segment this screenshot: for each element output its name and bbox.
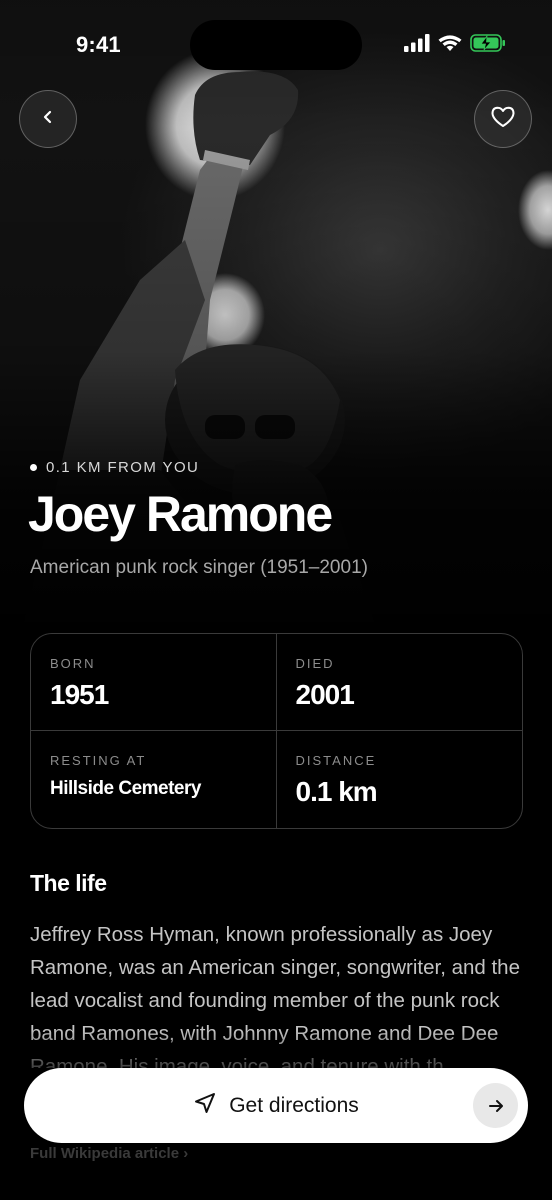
stat-label: BORN xyxy=(50,656,96,671)
stat-label: RESTING AT xyxy=(50,753,147,768)
stat-born: BORN 1951 xyxy=(31,634,277,731)
info-grid: BORN 1951 DIED 2001 RESTING AT Hillside … xyxy=(30,633,523,829)
status-icons xyxy=(404,34,506,57)
stat-label: DISTANCE xyxy=(295,753,377,768)
stat-value: 1951 xyxy=(50,679,109,710)
cellular-signal-icon xyxy=(404,34,430,57)
status-time: 9:41 xyxy=(76,32,121,57)
heart-icon xyxy=(490,105,516,134)
get-directions-label: Get directions xyxy=(229,1093,359,1117)
wifi-icon xyxy=(438,34,462,57)
wikipedia-link[interactable]: Full Wikipedia article › xyxy=(30,1145,188,1162)
battery-charging-icon xyxy=(470,34,506,57)
arrow-right-icon xyxy=(473,1083,518,1128)
stat-value: 0.1 km xyxy=(295,776,378,807)
stat-died: DIED 2001 xyxy=(276,634,522,731)
dynamic-island xyxy=(190,20,362,70)
stat-resting-at: RESTING AT Hillside Cemetery xyxy=(31,731,277,828)
get-directions-button[interactable]: Get directions xyxy=(24,1068,528,1143)
status-bar: 9:41 xyxy=(0,0,552,90)
section-title-life: The life xyxy=(30,870,107,896)
distance-text: 0.1 KM FROM YOU xyxy=(46,459,200,476)
stat-distance: DISTANCE 0.1 km xyxy=(277,731,523,828)
navigation-arrow-icon xyxy=(193,1091,217,1120)
favorite-button[interactable] xyxy=(474,90,532,148)
stat-value: Hillside Cemetery xyxy=(50,778,201,799)
chevron-left-icon xyxy=(40,109,56,130)
hero-gradient-overlay xyxy=(0,0,552,640)
person-subtitle: American punk rock singer (1951–2001) xyxy=(30,557,368,578)
distance-indicator: 0.1 KM FROM YOU xyxy=(30,459,199,476)
location-dot-icon xyxy=(30,464,37,471)
stat-label: DIED xyxy=(295,656,335,671)
stat-value: 2001 xyxy=(295,679,355,710)
person-name: Joey Ramone xyxy=(28,486,333,542)
back-button[interactable] xyxy=(19,90,77,148)
hero-photo xyxy=(0,0,552,640)
